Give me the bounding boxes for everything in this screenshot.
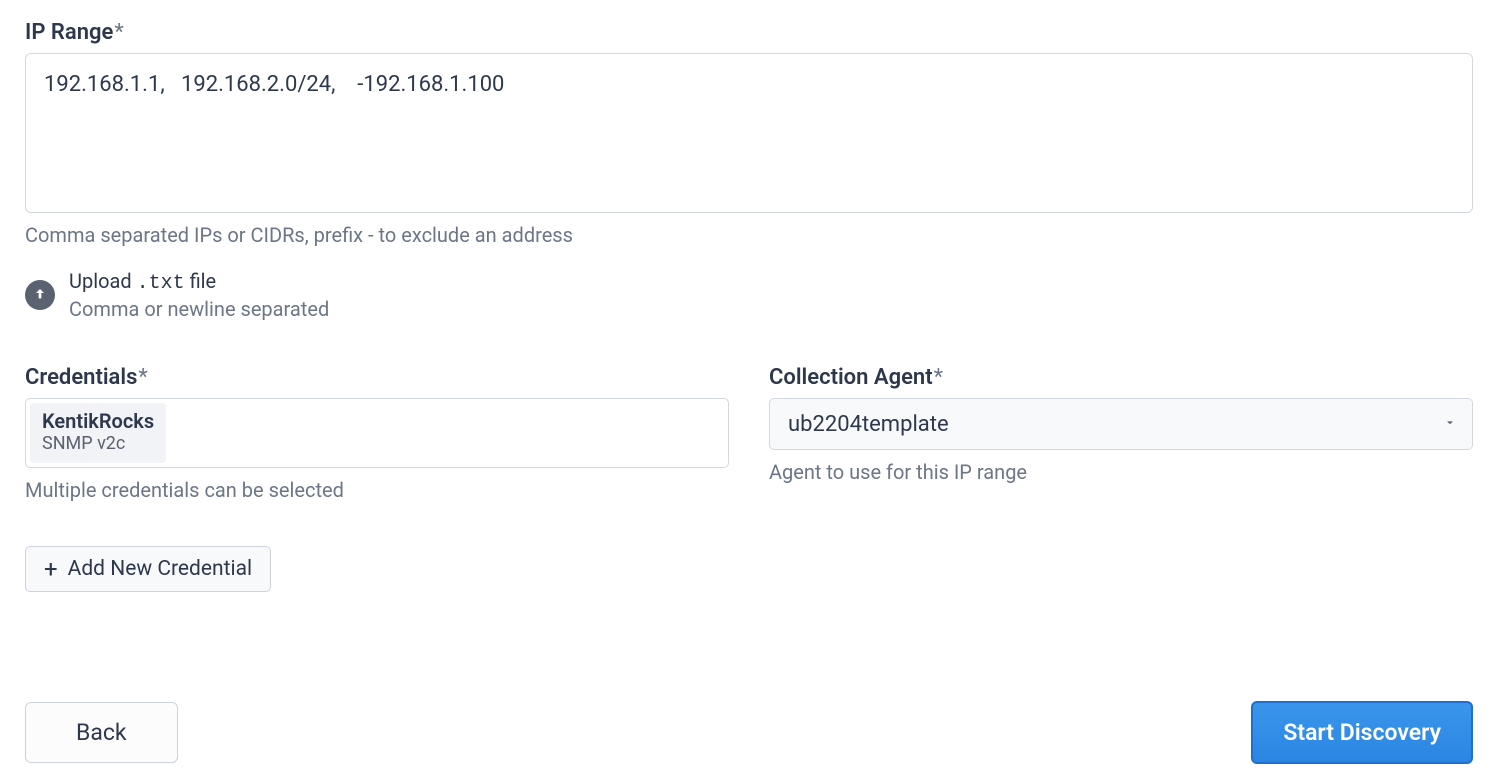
- add-credential-button[interactable]: + Add New Credential: [25, 546, 271, 592]
- credential-chip-title: KentikRocks: [42, 409, 154, 433]
- credential-chip-sub: SNMP v2c: [42, 433, 154, 454]
- ip-range-label: IP Range*: [25, 20, 1473, 45]
- collection-agent-label: Collection Agent*: [769, 365, 1473, 390]
- start-discovery-button[interactable]: Start Discovery: [1251, 701, 1473, 764]
- credentials-input[interactable]: KentikRocks SNMP v2c: [25, 398, 729, 468]
- credentials-label-text: Credentials: [25, 365, 137, 390]
- upload-file-row[interactable]: Upload .txt file Comma or newline separa…: [25, 269, 1473, 321]
- ip-range-hint: Comma separated IPs or CIDRs, prefix - t…: [25, 223, 1473, 247]
- collection-agent-label-text: Collection Agent: [769, 365, 933, 390]
- credentials-hint: Multiple credentials can be selected: [25, 478, 729, 502]
- add-credential-label: Add New Credential: [68, 557, 253, 581]
- upload-subtitle: Comma or newline separated: [69, 297, 329, 321]
- collection-agent-hint: Agent to use for this IP range: [769, 460, 1473, 484]
- upload-text: Upload .txt file Comma or newline separa…: [69, 269, 329, 321]
- credentials-label: Credentials*: [25, 365, 729, 390]
- ip-range-label-text: IP Range: [25, 20, 113, 45]
- upload-icon: [25, 280, 55, 310]
- plus-icon: +: [44, 557, 58, 581]
- collection-agent-select[interactable]: ub2204template: [769, 398, 1473, 450]
- ip-range-input[interactable]: [25, 53, 1473, 213]
- credential-chip[interactable]: KentikRocks SNMP v2c: [30, 403, 166, 463]
- upload-title: Upload .txt file: [69, 269, 329, 295]
- back-button[interactable]: Back: [25, 702, 178, 763]
- required-asterisk: *: [114, 20, 123, 45]
- collection-agent-selected: ub2204template: [788, 412, 949, 437]
- required-asterisk: *: [934, 365, 943, 390]
- required-asterisk: *: [138, 365, 147, 390]
